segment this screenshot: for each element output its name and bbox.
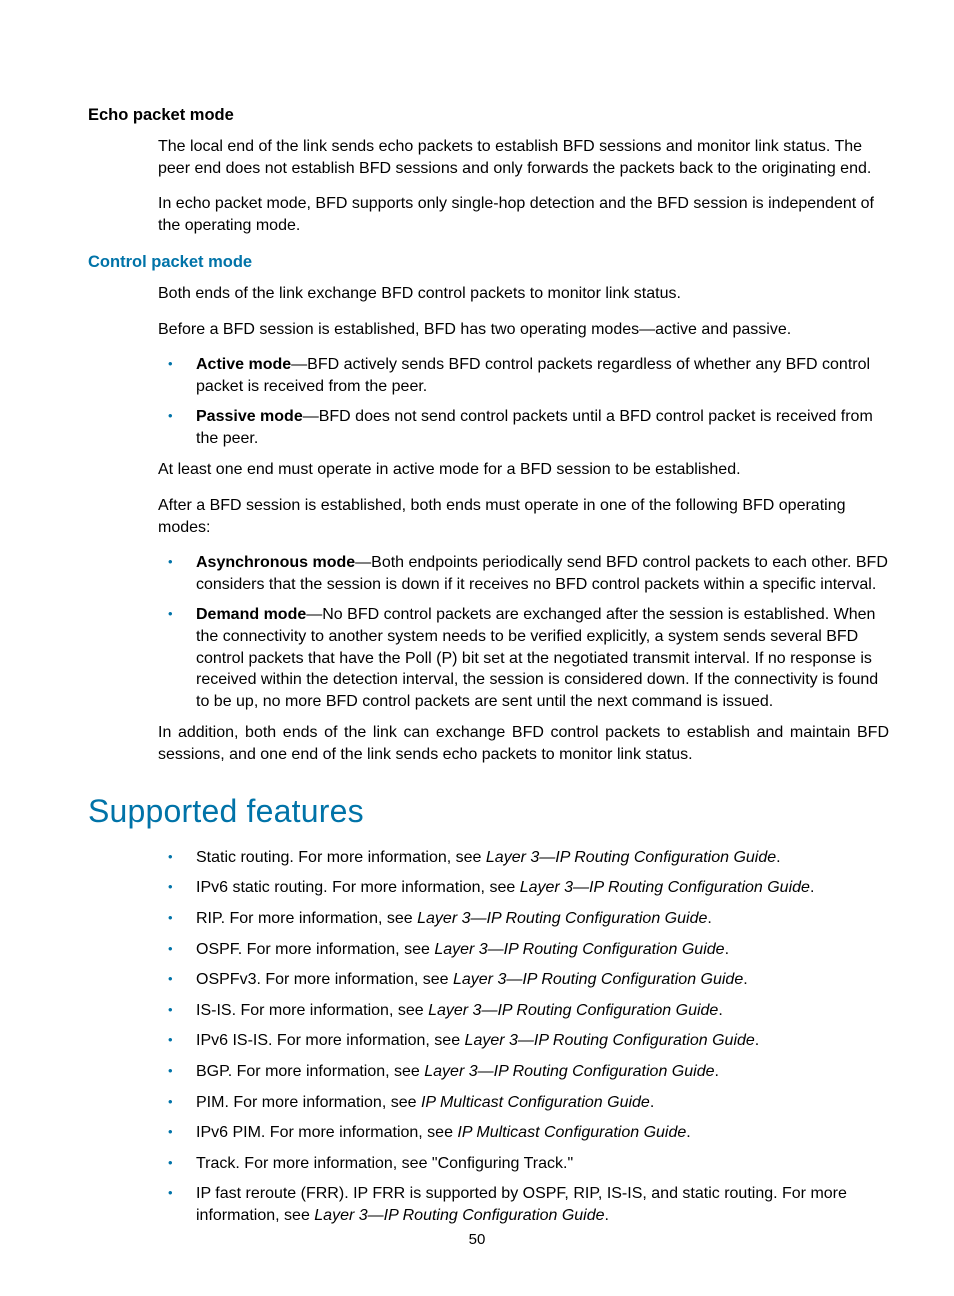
heading-echo-packet-mode: Echo packet mode: [88, 104, 889, 126]
feature-post: .: [686, 1124, 690, 1141]
feature-post: .: [755, 1032, 759, 1049]
list-item: IS-IS. For more information, see Layer 3…: [158, 1000, 889, 1022]
list-item: Track. For more information, see "Config…: [158, 1153, 889, 1175]
feature-text: OSPF. For more information, see: [196, 941, 434, 958]
doc-reference: IP Multicast Configuration Guide: [457, 1124, 686, 1141]
mode-term: Asynchronous mode: [196, 554, 355, 571]
feature-post: .: [743, 971, 747, 988]
mode-term: Active mode: [196, 356, 291, 373]
feature-post: .: [605, 1207, 609, 1224]
feature-text: BGP. For more information, see: [196, 1063, 424, 1080]
feature-text: IPv6 static routing. For more informatio…: [196, 879, 520, 896]
feature-post: .: [810, 879, 814, 896]
feature-text: Track. For more information, see "Config…: [196, 1155, 573, 1172]
feature-post: .: [650, 1094, 654, 1111]
paragraph: Both ends of the link exchange BFD contr…: [158, 283, 889, 305]
feature-post: .: [725, 941, 729, 958]
page-number: 50: [0, 1230, 954, 1250]
doc-reference: Layer 3—IP Routing Configuration Guide: [428, 1002, 718, 1019]
heading-control-packet-mode: Control packet mode: [88, 251, 889, 273]
heading-supported-features: Supported features: [88, 790, 889, 833]
paragraph: In addition, both ends of the link can e…: [158, 722, 889, 765]
list-item: IP fast reroute (FRR). IP FRR is support…: [158, 1183, 889, 1226]
doc-reference: Layer 3—IP Routing Configuration Guide: [465, 1032, 755, 1049]
section-echo-body: The local end of the link sends echo pac…: [158, 136, 889, 236]
list-item: Asynchronous mode—Both endpoints periodi…: [158, 552, 889, 595]
list-item: Active mode—BFD actively sends BFD contr…: [158, 354, 889, 397]
list-item: Passive mode—BFD does not send control p…: [158, 406, 889, 449]
paragraph: The local end of the link sends echo pac…: [158, 136, 889, 179]
paragraph: In echo packet mode, BFD supports only s…: [158, 193, 889, 236]
feature-text: IPv6 PIM. For more information, see: [196, 1124, 457, 1141]
mode-term: Demand mode: [196, 606, 306, 623]
mode-term: Passive mode: [196, 408, 303, 425]
list-item: Static routing. For more information, se…: [158, 847, 889, 869]
list-item: OSPFv3. For more information, see Layer …: [158, 969, 889, 991]
doc-reference: Layer 3—IP Routing Configuration Guide: [486, 849, 776, 866]
doc-reference: Layer 3—IP Routing Configuration Guide: [434, 941, 724, 958]
list-item: IPv6 IS-IS. For more information, see La…: [158, 1030, 889, 1052]
feature-text: OSPFv3. For more information, see: [196, 971, 453, 988]
feature-text: IS-IS. For more information, see: [196, 1002, 428, 1019]
bullet-list-supported: Static routing. For more information, se…: [158, 847, 889, 1227]
list-item: IPv6 static routing. For more informatio…: [158, 877, 889, 899]
feature-post: .: [776, 849, 780, 866]
document-page: Echo packet mode The local end of the li…: [0, 0, 954, 1296]
section-control-body: Both ends of the link exchange BFD contr…: [158, 283, 889, 766]
doc-reference: IP Multicast Configuration Guide: [421, 1094, 650, 1111]
doc-reference: Layer 3—IP Routing Configuration Guide: [314, 1207, 604, 1224]
feature-post: .: [707, 910, 711, 927]
section-supported-body: Static routing. For more information, se…: [158, 847, 889, 1227]
paragraph: At least one end must operate in active …: [158, 459, 889, 481]
feature-text: Static routing. For more information, se…: [196, 849, 486, 866]
doc-reference: Layer 3—IP Routing Configuration Guide: [453, 971, 743, 988]
list-item: RIP. For more information, see Layer 3—I…: [158, 908, 889, 930]
list-item: BGP. For more information, see Layer 3—I…: [158, 1061, 889, 1083]
list-item: IPv6 PIM. For more information, see IP M…: [158, 1122, 889, 1144]
paragraph: Before a BFD session is established, BFD…: [158, 319, 889, 341]
list-item: PIM. For more information, see IP Multic…: [158, 1092, 889, 1114]
feature-text: PIM. For more information, see: [196, 1094, 421, 1111]
mode-desc: —BFD actively sends BFD control packets …: [196, 356, 870, 395]
doc-reference: Layer 3—IP Routing Configuration Guide: [424, 1063, 714, 1080]
feature-post: .: [715, 1063, 719, 1080]
doc-reference: Layer 3—IP Routing Configuration Guide: [520, 879, 810, 896]
bullet-list-modes-ad: Asynchronous mode—Both endpoints periodi…: [158, 552, 889, 712]
doc-reference: Layer 3—IP Routing Configuration Guide: [417, 910, 707, 927]
feature-post: .: [718, 1002, 722, 1019]
bullet-list-modes-ap: Active mode—BFD actively sends BFD contr…: [158, 354, 889, 449]
list-item: OSPF. For more information, see Layer 3—…: [158, 939, 889, 961]
paragraph: After a BFD session is established, both…: [158, 495, 889, 538]
feature-text: IPv6 IS-IS. For more information, see: [196, 1032, 465, 1049]
list-item: Demand mode—No BFD control packets are e…: [158, 604, 889, 712]
feature-text: RIP. For more information, see: [196, 910, 417, 927]
